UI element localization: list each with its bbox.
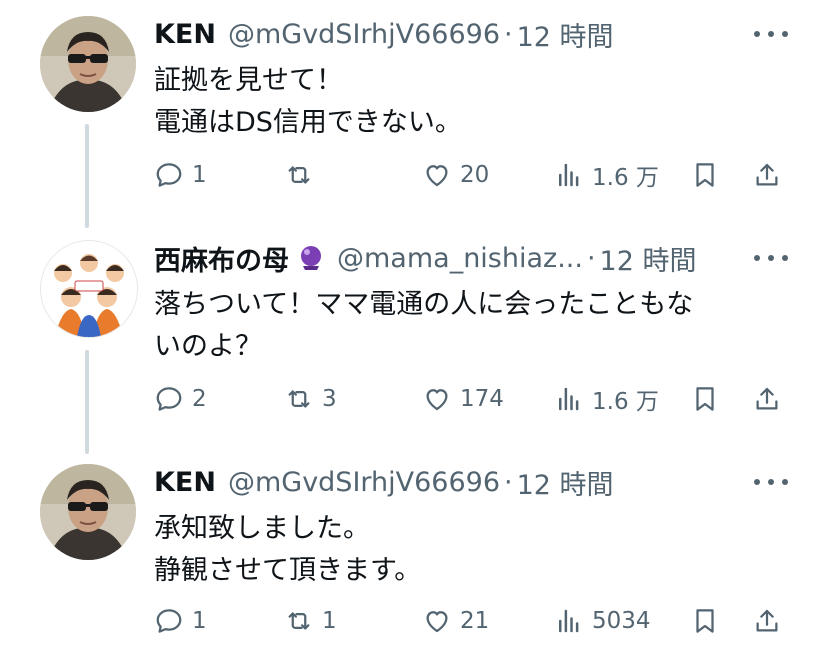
- avatar[interactable]: [40, 240, 138, 338]
- share-button[interactable]: [752, 160, 782, 190]
- speech-bubble-icon: [156, 609, 182, 633]
- post-header: KEN @mGvdSIrhjV66696 · 12 時間: [154, 463, 732, 502]
- post[interactable]: KEN @mGvdSIrhjV66696 · 12 時間 承知致しました。 静観…: [0, 464, 828, 658]
- separator-dot: ·: [504, 466, 513, 498]
- user-handle[interactable]: @mGvdSIrhjV66696: [228, 467, 500, 498]
- post-text-line: 落ちついて！ママ電通の人に会ったこともな: [154, 289, 694, 320]
- timestamp[interactable]: 12 時間: [600, 239, 697, 278]
- share-button[interactable]: [752, 384, 782, 414]
- reply-thread: KEN @mGvdSIrhjV66696 · 12 時間 証拠を見せて！ 電通は…: [0, 0, 828, 658]
- bookmark-button[interactable]: [690, 606, 720, 636]
- repost-button[interactable]: 1: [284, 606, 337, 636]
- crystal-ball-icon: [301, 246, 321, 270]
- repost-arrows-icon: [288, 166, 310, 184]
- more-dots-icon[interactable]: [754, 28, 788, 40]
- avatar-photo: [40, 464, 136, 560]
- post-text: 証拠を見せて！ 電通はDS信用できない。: [154, 60, 768, 144]
- avatar[interactable]: [40, 16, 136, 112]
- post-text-line: 電通はDS信用できない。: [154, 107, 462, 138]
- view-count: 5034: [592, 608, 651, 634]
- more-dots-icon[interactable]: [754, 252, 788, 264]
- views-button[interactable]: 1.6 万: [554, 382, 659, 416]
- repost-arrows-icon: [288, 390, 310, 408]
- reply-count: 1: [192, 162, 207, 188]
- post[interactable]: 西麻布の母 @mama_nishiaz... · 12 時間 落ちついて！ママ電…: [0, 240, 828, 440]
- post-text-line: 承知致しました。: [154, 513, 370, 544]
- separator-dot: ·: [586, 242, 596, 274]
- post[interactable]: KEN @mGvdSIrhjV66696 · 12 時間 証拠を見せて！ 電通は…: [0, 16, 828, 216]
- repost-count: 1: [322, 608, 337, 634]
- bookmark-button[interactable]: [690, 160, 720, 190]
- repost-arrows-icon: [288, 612, 310, 630]
- share-upload-icon: [756, 387, 778, 410]
- action-bar: 1 1 21 5034: [154, 601, 788, 641]
- like-count: 21: [460, 608, 490, 634]
- share-upload-icon: [756, 163, 778, 186]
- heart-icon: [426, 389, 448, 411]
- speech-bubble-icon: [156, 163, 182, 187]
- action-bar: 2 3 174 1.6 万: [154, 379, 788, 419]
- bar-chart-icon: [559, 609, 579, 633]
- bar-chart-icon: [559, 387, 579, 411]
- share-upload-icon: [756, 609, 778, 632]
- post-text: 承知致しました。 静観させて頂きます。: [154, 508, 768, 592]
- post-text-line: 証拠を見せて！: [154, 65, 343, 96]
- user-handle[interactable]: @mGvdSIrhjV66696: [228, 19, 500, 50]
- heart-icon: [426, 611, 448, 633]
- avatar[interactable]: [40, 464, 136, 560]
- reply-count: 2: [192, 386, 207, 412]
- post-header: 西麻布の母 @mama_nishiaz... · 12 時間: [154, 239, 732, 278]
- like-count: 174: [460, 386, 504, 412]
- view-count: 1.6 万: [592, 389, 659, 415]
- heart-icon: [426, 165, 448, 187]
- avatar-illustration: [41, 241, 137, 337]
- views-button[interactable]: 1.6 万: [554, 158, 659, 192]
- repost-button[interactable]: [284, 160, 322, 190]
- timestamp[interactable]: 12 時間: [517, 463, 614, 502]
- like-count: 20: [460, 162, 490, 188]
- post-header: KEN @mGvdSIrhjV66696 · 12 時間: [154, 15, 732, 54]
- display-name[interactable]: 西麻布の母: [154, 239, 289, 278]
- view-count: 1.6 万: [592, 165, 659, 191]
- display-name[interactable]: KEN: [154, 467, 216, 498]
- bookmark-button[interactable]: [690, 384, 720, 414]
- reply-count: 1: [192, 608, 207, 634]
- reply-button[interactable]: 2: [154, 384, 207, 414]
- reply-button[interactable]: 1: [154, 160, 207, 190]
- avatar-photo: [40, 16, 136, 112]
- post-text: 落ちついて！ママ電通の人に会ったこともな いのよ？: [154, 284, 768, 368]
- post-text-line: いのよ？: [154, 331, 262, 362]
- like-button[interactable]: 20: [422, 160, 489, 190]
- repost-button[interactable]: 3: [284, 384, 337, 414]
- speech-bubble-icon: [156, 387, 182, 411]
- bookmark-icon: [696, 387, 714, 411]
- action-bar: 1 20 1.6 万: [154, 155, 788, 195]
- timestamp[interactable]: 12 時間: [517, 15, 614, 54]
- post-text-line: 静観させて頂きます。: [154, 555, 422, 586]
- views-button[interactable]: 5034: [554, 606, 651, 636]
- display-name[interactable]: KEN: [154, 19, 216, 50]
- share-button[interactable]: [752, 606, 782, 636]
- user-handle[interactable]: @mama_nishiaz...: [337, 243, 583, 274]
- like-button[interactable]: 21: [422, 606, 489, 636]
- bar-chart-icon: [559, 163, 579, 187]
- bookmark-icon: [696, 163, 714, 187]
- bookmark-icon: [696, 609, 714, 633]
- repost-count: 3: [322, 386, 337, 412]
- like-button[interactable]: 174: [422, 384, 504, 414]
- reply-button[interactable]: 1: [154, 606, 207, 636]
- separator-dot: ·: [504, 18, 513, 50]
- more-dots-icon[interactable]: [754, 476, 788, 488]
